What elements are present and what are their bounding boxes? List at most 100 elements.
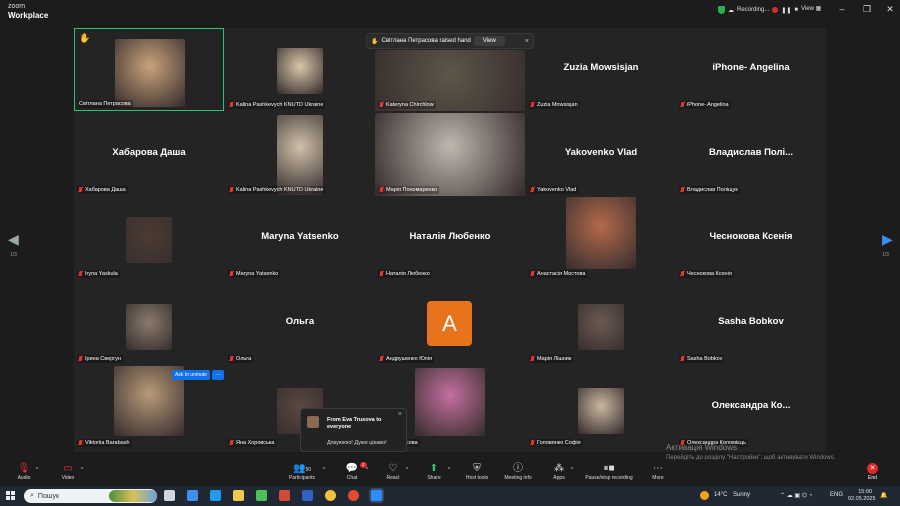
- raised-hand-icon: ✋: [79, 33, 91, 43]
- muted-mic-icon: [530, 356, 535, 362]
- meeting-toolbar: 🎙 Audio ^ ▭ Video ^ 👥50 Participants ^ 💬 2 Ch…: [0, 460, 900, 486]
- maximize-button[interactable]: ❐: [861, 4, 873, 14]
- mic-muted-icon: 🎙: [17, 463, 31, 474]
- react-button[interactable]: ♡ React: [382, 463, 404, 481]
- participants-chevron-icon[interactable]: ^: [323, 467, 325, 473]
- notifications-icon[interactable]: 🔔: [880, 492, 887, 499]
- opera-icon[interactable]: [348, 490, 359, 501]
- minimize-button[interactable]: –: [836, 4, 848, 14]
- notification-view-button[interactable]: View: [473, 36, 505, 46]
- copilot-icon[interactable]: [187, 490, 198, 501]
- taskbar-clock[interactable]: 15:00 02.05.2025: [848, 489, 876, 503]
- participant-tile[interactable]: Владислав Полі... Владислав Поліщук: [676, 113, 826, 196]
- host-tools-button[interactable]: ⛨ Host tools: [462, 463, 492, 481]
- zoom-taskbar-icon[interactable]: [371, 490, 382, 501]
- participant-display-name: Чеснокова Ксенія: [709, 231, 793, 242]
- participant-tile[interactable]: A Андрушенко Юлія: [375, 282, 525, 365]
- participant-label-text: Хабарова Даша: [85, 187, 126, 193]
- view-menu[interactable]: View ▦: [801, 5, 821, 12]
- react-label: React: [386, 475, 400, 481]
- more-button[interactable]: ⋯ More: [647, 463, 669, 481]
- pause-recording-button[interactable]: ⏸■ Pause/stop recording: [580, 463, 638, 481]
- participant-tile[interactable]: Zuzia Mowsisjan Zuzia Mowsisjan: [526, 28, 676, 111]
- chrome-icon[interactable]: [325, 490, 336, 501]
- participant-label-text: Kateryna Chirchlow: [386, 102, 434, 108]
- raised-hand-icon: ✋: [371, 38, 379, 45]
- audio-button[interactable]: 🎙 Audio: [14, 463, 34, 481]
- next-page-arrow-icon[interactable]: ▶: [882, 232, 893, 246]
- participant-tile[interactable]: Kalina Pashkevych KNUTD Ukraine: [225, 113, 375, 196]
- participant-tile[interactable]: Iryna Yaskula: [74, 197, 224, 280]
- stop-icon: ■: [794, 7, 799, 13]
- recording-indicator[interactable]: ☁ Recording... ❚❚ ■: [718, 4, 798, 16]
- chat-preview-popup[interactable]: From Eva Trusova to everyone Дякуююю! Ду…: [300, 408, 407, 452]
- participant-tile[interactable]: Марія Пономаренко: [375, 113, 525, 196]
- end-label: End: [868, 475, 877, 481]
- apps-chevron-icon[interactable]: ^: [571, 467, 573, 473]
- meeting-info-button[interactable]: ⓘ Meeting info: [500, 463, 536, 481]
- powerpoint-icon[interactable]: [279, 490, 290, 501]
- participant-tile[interactable]: Головянко Софія: [526, 366, 676, 449]
- apps-button[interactable]: ⁂ Apps: [548, 463, 570, 481]
- react-chevron-icon[interactable]: ^: [406, 467, 408, 473]
- participant-name-label: Iryna Yaskula: [77, 270, 120, 278]
- participant-label-text: Ірина Свергун: [85, 356, 122, 362]
- video-button[interactable]: ▭ Video: [57, 463, 79, 481]
- muted-mic-icon: [680, 356, 685, 362]
- share-button[interactable]: ⬆ Share: [423, 463, 445, 481]
- participant-tile[interactable]: Хабарова Даша Хабарова Даша: [74, 113, 224, 196]
- store-icon[interactable]: [256, 490, 267, 501]
- participant-tile[interactable]: Наталія Любенко Наталія Любенко: [375, 197, 525, 280]
- participant-name-label: Ольга: [228, 355, 254, 363]
- chat-button[interactable]: 💬 2 Chat: [340, 462, 367, 481]
- participant-tile[interactable]: Ольга Ольга: [225, 282, 375, 365]
- windows-taskbar: ⌕ Пошук 14°C Sunny ⌃ ☁ ▣ ⌬ ◔ ENG 15:00 02.…: [0, 486, 900, 506]
- tile-more-button[interactable]: ···: [211, 370, 224, 380]
- word-icon[interactable]: [302, 490, 313, 501]
- share-chevron-icon[interactable]: ^: [448, 467, 450, 473]
- participant-tile[interactable]: Sasha Bobkov Sasha Bobkov: [676, 282, 826, 365]
- taskbar-search[interactable]: ⌕ Пошук: [24, 489, 157, 503]
- chat-chevron-icon[interactable]: ^: [366, 467, 368, 473]
- search-icon: ⌕: [30, 492, 34, 499]
- participant-tile[interactable]: Yakovenko Vlad Yakovenko Vlad: [526, 113, 676, 196]
- prev-page-arrow-icon[interactable]: ◀: [8, 232, 19, 246]
- ask-to-unmute-button[interactable]: Ask to unmute: [172, 370, 210, 380]
- weather-temp[interactable]: 14°C: [714, 492, 727, 498]
- muted-mic-icon: [229, 271, 234, 277]
- grid-icon: ▦: [815, 6, 822, 12]
- file-explorer-icon[interactable]: [233, 490, 244, 501]
- participant-display-name: Zuzia Mowsisjan: [563, 62, 639, 73]
- task-view-icon[interactable]: [164, 490, 175, 501]
- language-indicator[interactable]: ENG: [830, 492, 843, 498]
- participant-tile[interactable]: Анастасія Мостова: [526, 197, 676, 280]
- title-bar: zoom Workplace ☁ Recording... ❚❚ ■ View …: [0, 0, 900, 22]
- participant-tile[interactable]: Чеснокова Ксенія Чеснокова Ксенія: [676, 197, 826, 280]
- close-button[interactable]: ✕: [884, 4, 896, 14]
- shield-icon: ⛨: [473, 463, 481, 474]
- end-button[interactable]: ✕ End: [867, 463, 878, 481]
- participant-tile[interactable]: Ірина Свергун: [74, 282, 224, 365]
- participant-name-label: Kateryna Chirchlow: [378, 101, 436, 109]
- participant-name-label: Марія Лішник: [529, 355, 574, 363]
- participant-video: [277, 115, 323, 195]
- participant-display-name: Олександра Ко...: [711, 400, 791, 411]
- participant-tile[interactable]: ✋ Світлана Петрасова: [74, 28, 224, 111]
- windows-start-icon[interactable]: [6, 491, 15, 500]
- chat-popup-close-icon[interactable]: ×: [398, 411, 402, 418]
- notification-close-icon[interactable]: ×: [525, 38, 529, 45]
- participant-tile[interactable]: Maryna Yatsenko Maryna Yatsenko: [225, 197, 375, 280]
- participant-tile[interactable]: iPhone- Angelina iPhone- Angelina: [676, 28, 826, 111]
- search-placeholder: Пошук: [37, 492, 60, 500]
- participant-tile[interactable]: Марія Лішник: [526, 282, 676, 365]
- participants-button[interactable]: 👥50 Participants: [285, 463, 319, 481]
- weather-desc[interactable]: Sunny: [733, 492, 750, 498]
- video-label: Video: [61, 475, 75, 481]
- participant-tile[interactable]: Kalina Pashkevych KNUTD Ukraine: [225, 28, 375, 111]
- muted-mic-icon: [229, 102, 234, 108]
- edge-icon[interactable]: [210, 490, 221, 501]
- participant-tile[interactable]: Олександра Ко... Олександра Коломієць: [676, 366, 826, 449]
- video-options-chevron-icon[interactable]: ^: [81, 467, 83, 473]
- audio-options-chevron-icon[interactable]: ^: [36, 467, 38, 473]
- tray-icons[interactable]: ⌃ ☁ ▣ ⌬ ◔: [780, 492, 812, 499]
